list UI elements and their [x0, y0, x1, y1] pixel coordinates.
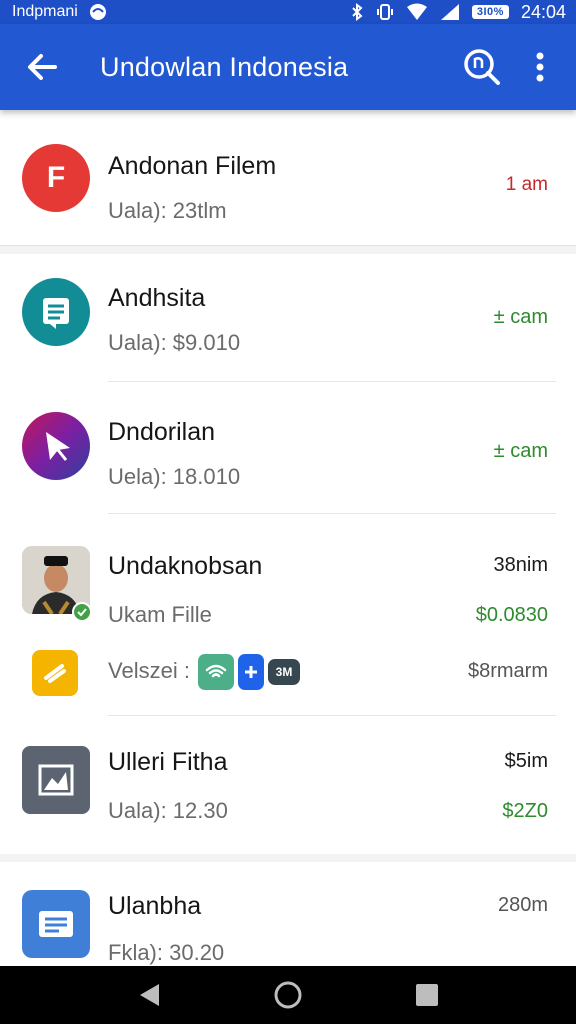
system-nav-bar — [0, 966, 576, 1024]
search-button[interactable] — [458, 43, 506, 91]
list-item[interactable]: Undaknobsan Ukam Fille 38nim $0.0830 — [0, 516, 576, 627]
item-title: Andonan Filem — [108, 152, 277, 180]
carrier-label: Indpmani — [12, 3, 78, 20]
film-app-icon: F — [22, 144, 90, 212]
search-icon — [464, 49, 500, 85]
item-title: Ulleri Fitha — [108, 748, 228, 776]
back-button[interactable] — [0, 24, 84, 110]
wifi-icon — [406, 3, 428, 21]
list-item[interactable]: Dndorilan Uela): 18.010 ± cam — [0, 384, 576, 516]
item-amount-secondary: $2Z0 — [502, 800, 548, 822]
arrow-left-icon — [28, 54, 57, 80]
list-item[interactable]: F Andonan Filem Uala): 23tlm 1 am — [0, 110, 576, 246]
circle-home-icon — [274, 981, 302, 1009]
item-time: 38nim — [493, 554, 548, 576]
document-app-icon — [22, 278, 90, 346]
item-subtitle: Uela): 18.010 — [108, 464, 241, 489]
item-label: Velszei : — [108, 658, 190, 683]
page-title: Undowlan Indonesia — [100, 51, 349, 82]
item-status: ± cam — [493, 440, 548, 462]
item-title: Andhsita — [108, 284, 206, 312]
item-subtitle: Ukam Fille — [108, 602, 212, 627]
app-bar: Undowlan Indonesia — [0, 24, 576, 110]
item-title: Dndorilan — [108, 418, 216, 446]
list-item[interactable]: Andhsita Uala): $9.010 ± cam — [0, 254, 576, 384]
vibrate-icon — [376, 3, 394, 21]
notification-icon — [88, 3, 108, 21]
more-options-button[interactable] — [516, 43, 564, 91]
screen: Indpmani 3I0% 24:04 Undowlan Indonesia F… — [0, 0, 576, 1024]
nav-home-button[interactable] — [260, 967, 316, 1023]
triangle-back-icon — [140, 984, 160, 1006]
avatar-letter: F — [46, 161, 66, 194]
nav-back-button[interactable] — [121, 967, 177, 1023]
item-title: Undaknobsan — [108, 552, 263, 580]
battery-indicator: 3I0% — [471, 5, 509, 19]
wifi-chip-icon — [198, 654, 234, 690]
signal-icon — [440, 3, 460, 21]
divider — [108, 513, 556, 514]
clock: 24:04 — [520, 1, 566, 22]
more-vert-icon — [536, 52, 544, 82]
item-subtitle: Uala): 23tlm — [108, 198, 227, 223]
list-item[interactable]: Ulanbha Fkla): 30.20 280m — [0, 862, 576, 966]
item-subtitle: Uala): 12.30 — [108, 798, 228, 823]
notes-app-icon — [32, 650, 78, 696]
item-amount: $0.0830 — [475, 604, 548, 626]
download-list[interactable]: F Andonan Filem Uala): 23tlm 1 am Andhsi… — [0, 110, 576, 966]
item-time: 1 am — [505, 174, 548, 195]
item-title: Ulanbha — [108, 892, 202, 920]
item-subtitle: Fkla): 30.20 — [108, 940, 225, 965]
play-app-icon — [22, 412, 90, 480]
status-bar: Indpmani 3I0% 24:04 — [0, 0, 576, 24]
chip-group: 3M — [198, 654, 300, 690]
bluetooth-icon — [350, 3, 364, 21]
item-amount: $8rmarm — [467, 660, 548, 682]
item-time: 280m — [497, 894, 548, 916]
list-group: Andhsita Uala): $9.010 ± cam Dndorilan U… — [0, 254, 576, 854]
item-subtitle: Uala): $9.010 — [108, 330, 241, 355]
verified-badge-icon — [72, 602, 92, 622]
size-chip: 3M — [268, 659, 300, 685]
item-amount: $5im — [504, 750, 548, 772]
image-app-icon — [22, 746, 90, 814]
list-item[interactable]: Ulleri Fitha Uala): 12.30 $5im $2Z0 — [0, 716, 576, 854]
item-status: ± cam — [493, 306, 548, 328]
add-chip-icon — [238, 654, 264, 690]
square-recents-icon — [415, 984, 438, 1006]
nav-recents-button[interactable] — [399, 967, 455, 1023]
text-app-icon — [22, 890, 90, 958]
list-item[interactable]: Velszei : 3M $8rmarm — [0, 646, 576, 716]
divider — [108, 381, 556, 382]
